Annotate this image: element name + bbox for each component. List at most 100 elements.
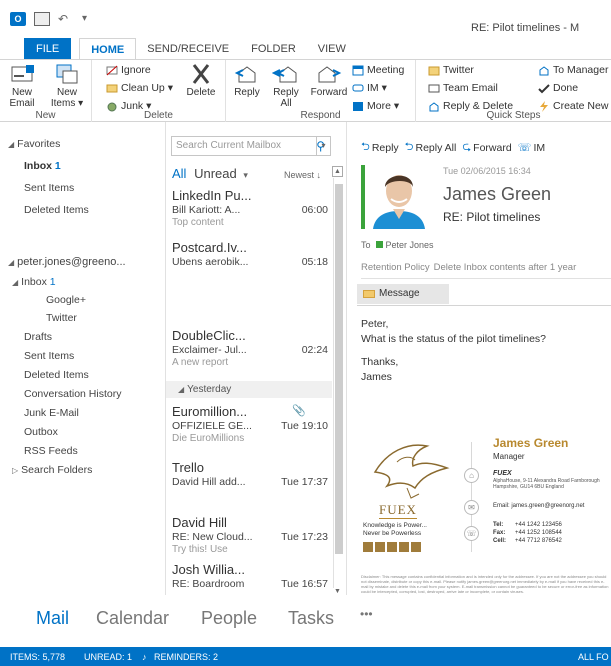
favorites-header[interactable]: ◢ Favorites: [8, 138, 60, 150]
facebook-icon[interactable]: [363, 542, 373, 552]
reading-pane: ⮌ Reply ⮌ Reply All ⮎ Forward ☏ IM Tue 02/06…: [346, 122, 611, 595]
quickstep-team-email[interactable]: Team Email: [428, 82, 498, 94]
undo-icon[interactable]: ↶: [58, 12, 74, 26]
location-icon: ⌂: [464, 468, 479, 483]
group-header-yesterday[interactable]: ◢ Yesterday: [166, 381, 332, 398]
message-sender[interactable]: James Green: [443, 184, 551, 205]
recipient-name[interactable]: Peter Jones: [386, 240, 434, 250]
forward-icon: [315, 63, 343, 85]
signature-name: James Green: [493, 436, 569, 450]
nav-mail[interactable]: Mail: [36, 608, 69, 629]
folder-twitter[interactable]: Twitter: [46, 312, 77, 324]
delete-button[interactable]: Delete: [182, 63, 220, 98]
folder-sent-favorite[interactable]: Sent Items: [24, 182, 74, 194]
folder-search-folders[interactable]: ▷ Search Folders: [12, 464, 92, 476]
message-tab[interactable]: Message: [357, 284, 449, 304]
im-button[interactable]: IM ▾: [352, 82, 387, 94]
search-scope-dropdown[interactable]: ▾: [316, 136, 330, 156]
reading-forward-button[interactable]: ⮎ Forward: [462, 138, 511, 157]
scroll-up-arrow-icon[interactable]: ▲: [332, 166, 343, 177]
signature-email[interactable]: Email: james.green@greenorg.net: [493, 503, 584, 509]
outlook-icon[interactable]: O: [10, 12, 26, 26]
ignore-icon: [106, 65, 118, 76]
quickstep-done[interactable]: Done: [538, 82, 578, 94]
quickstep-twitter[interactable]: Twitter: [428, 64, 474, 76]
collapse-triangle-icon: ◢: [8, 258, 15, 267]
nav-calendar[interactable]: Calendar: [96, 608, 169, 629]
quickstep-to-manager[interactable]: To Manager: [538, 64, 608, 76]
filter-all[interactable]: All: [172, 166, 186, 181]
folder-outbox[interactable]: Outbox: [24, 426, 58, 438]
reply-all-button[interactable]: Reply All: [266, 63, 306, 109]
list-item[interactable]: Josh Willia... RE: Boardroom Tue 16:57: [172, 562, 328, 590]
youtube-icon[interactable]: [387, 542, 397, 552]
avatar[interactable]: [369, 165, 429, 229]
account-header[interactable]: ◢ peter.jones@greeno...: [8, 256, 126, 268]
list-item[interactable]: Postcard.Iv... Ubens aerobik... 05:18: [172, 240, 328, 268]
group-quick-steps: Twitter Team Email Reply & Delete To Man…: [416, 60, 611, 122]
reading-reply-all-button[interactable]: ⮌ Reply All: [405, 138, 457, 157]
status-reminders[interactable]: REMINDERS: 2: [154, 652, 218, 662]
reading-im-button[interactable]: ☏ IM: [518, 138, 545, 157]
new-items-icon: [53, 63, 81, 85]
scrollbar-thumb[interactable]: [335, 184, 343, 554]
nav-more-icon[interactable]: •••: [360, 607, 373, 621]
list-item[interactable]: David Hill RE: New Cloud... Tue 17:23 Try…: [172, 515, 328, 555]
blog-icon[interactable]: [411, 542, 421, 552]
list-item[interactable]: LinkedIn Pu... Bill Kariott: A... 06:00 T…: [172, 188, 328, 228]
folder-deleted-favorite[interactable]: Deleted Items: [24, 204, 89, 216]
nav-people[interactable]: People: [201, 608, 257, 629]
envelope-icon: [363, 290, 375, 298]
presence-square-icon: [375, 241, 383, 248]
clean-up-button[interactable]: Clean Up ▾: [106, 82, 173, 94]
folder-conversation-history[interactable]: Conversation History: [24, 388, 121, 400]
tab-view[interactable]: VIEW: [307, 38, 357, 60]
folder-inbox[interactable]: ◢ Inbox 1: [12, 276, 56, 288]
presence-indicator: [361, 165, 365, 229]
folder-inbox-favorite[interactable]: Inbox 1: [24, 160, 61, 172]
list-item[interactable]: Euromillion... 📎 OFFIZIELE GE... Tue 19:1…: [172, 404, 328, 444]
tab-send-receive[interactable]: SEND/RECEIVE: [136, 38, 240, 60]
sort-order[interactable]: Newest ↓: [284, 170, 321, 180]
send-receive-icon[interactable]: [34, 12, 50, 26]
reply-icon: [233, 63, 261, 85]
folder-drafts[interactable]: Drafts: [24, 331, 52, 343]
new-email-button[interactable]: New Email: [2, 63, 42, 109]
linkedin-icon[interactable]: [375, 542, 385, 552]
folder-rss[interactable]: RSS Feeds: [24, 445, 78, 457]
twitter-icon[interactable]: [399, 542, 409, 552]
disclaimer-text: Disclaimer: This message contains confid…: [361, 574, 609, 594]
ribbon: New Email New Items ▾ New Ignore Clean U…: [0, 59, 611, 122]
scroll-down-arrow-icon[interactable]: ▼: [332, 588, 343, 595]
reading-reply-button[interactable]: ⮌ Reply: [361, 138, 399, 157]
scrollbar[interactable]: [333, 178, 343, 588]
ribbon-tabs: FILE HOME SEND/RECEIVE FOLDER VIEW: [0, 38, 611, 60]
list-item[interactable]: DoubleClic... Exclaimer- Jul... 02:24 A n…: [172, 328, 328, 368]
filter-unread[interactable]: Unread: [194, 166, 237, 181]
checkmark-icon: [538, 83, 550, 94]
customize-icon[interactable]: ▾: [82, 12, 98, 26]
new-items-button[interactable]: New Items ▾: [46, 63, 88, 109]
meeting-button[interactable]: Meeting: [352, 64, 404, 76]
ignore-button[interactable]: Ignore: [106, 64, 151, 76]
folder-deleted[interactable]: Deleted Items: [24, 369, 89, 381]
filter-dropdown-icon[interactable]: ▾: [243, 170, 248, 180]
reply-button[interactable]: Reply: [230, 63, 264, 98]
tab-home[interactable]: HOME: [79, 38, 137, 60]
tab-file[interactable]: FILE: [24, 38, 72, 60]
message-date: Tue 02/06/2015 16:34: [443, 166, 531, 176]
expand-triangle-icon: ▷: [12, 466, 19, 475]
reply-all-icon: ⮌: [404, 141, 414, 153]
body-line: Peter,: [361, 318, 389, 330]
forward-button[interactable]: Forward: [308, 63, 350, 98]
tab-folder[interactable]: FOLDER: [240, 38, 307, 60]
reading-actions: ⮌ Reply ⮌ Reply All ⮎ Forward ☏ IM: [361, 138, 545, 157]
nav-tasks[interactable]: Tasks: [288, 608, 334, 629]
social-links: [363, 542, 421, 552]
folder-sent[interactable]: Sent Items: [24, 350, 74, 362]
list-item[interactable]: Trello David Hill add... Tue 17:37: [172, 460, 328, 488]
search-input[interactable]: Search Current Mailbox ⚲: [171, 136, 331, 156]
message-recipients: To Peter Jones: [361, 240, 434, 250]
folder-junk[interactable]: Junk E-Mail: [24, 407, 79, 419]
folder-google-plus[interactable]: Google+: [46, 294, 86, 306]
